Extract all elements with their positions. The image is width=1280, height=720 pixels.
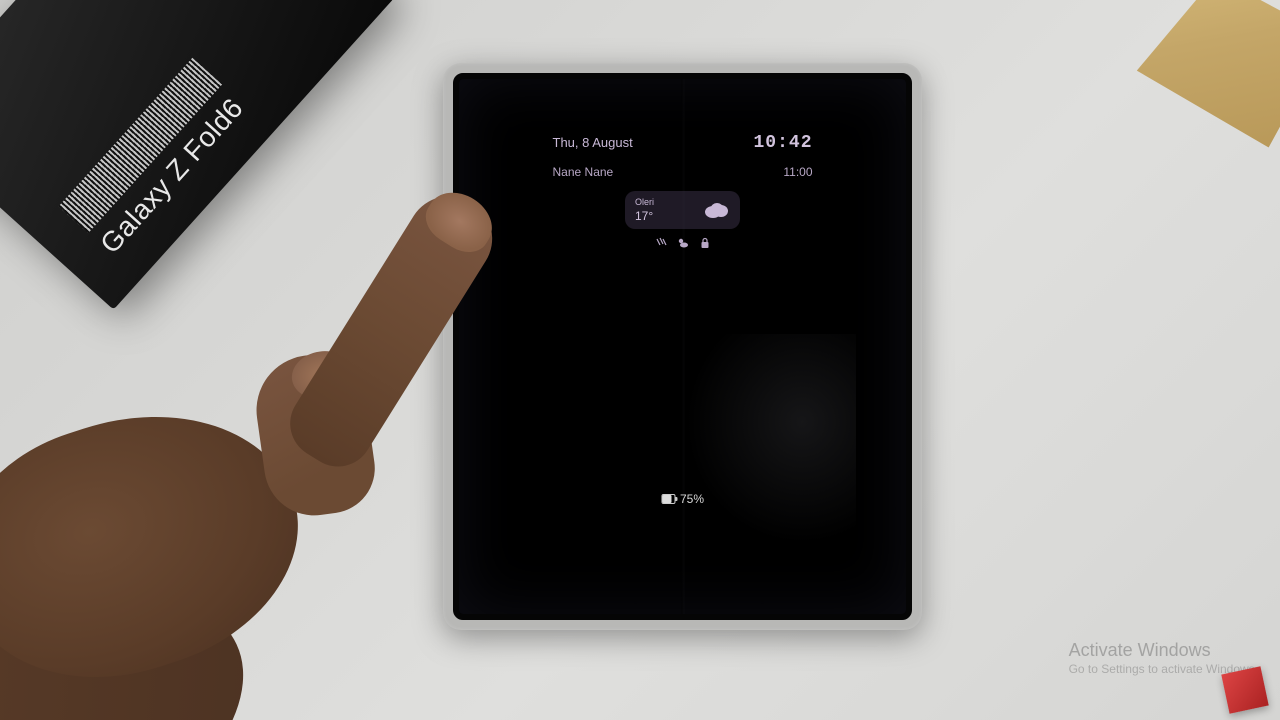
weather-widget[interactable]: Oleri 17° [625,191,740,229]
product-box: Galaxy Z Fold6 [0,0,395,310]
rain-icon [655,237,667,249]
desk-surface: Galaxy Z Fold6 Thu, 8 August 10:42 Nane … [0,0,1280,720]
always-on-display[interactable]: Thu, 8 August 10:42 Nane Nane 11:00 Oler… [553,133,813,249]
lock-icon [699,237,711,249]
notification-icons-row [553,237,813,249]
aod-event-time: 11:00 [783,165,812,179]
partly-cloudy-icon [677,237,689,249]
battery-percent: 75% [680,492,704,506]
wooden-block [1128,0,1280,157]
weather-location: Oleri [635,197,654,207]
aod-event-name: Nane Nane [553,165,614,179]
weather-temperature: 17° [635,209,654,223]
cloud-icon [702,201,730,219]
aod-date: Thu, 8 August [553,135,633,150]
battery-indicator: 75% [661,492,704,506]
screen-reflection [676,334,856,554]
phone-device-frame: Thu, 8 August 10:42 Nane Nane 11:00 Oler… [443,63,922,630]
battery-icon [661,494,675,504]
battery-fill [662,495,671,503]
watermark-title: Activate Windows [1069,639,1258,662]
phone-screen[interactable]: Thu, 8 August 10:42 Nane Nane 11:00 Oler… [453,73,912,620]
red-object [1221,666,1268,713]
aod-clock: 10:42 [753,133,812,153]
